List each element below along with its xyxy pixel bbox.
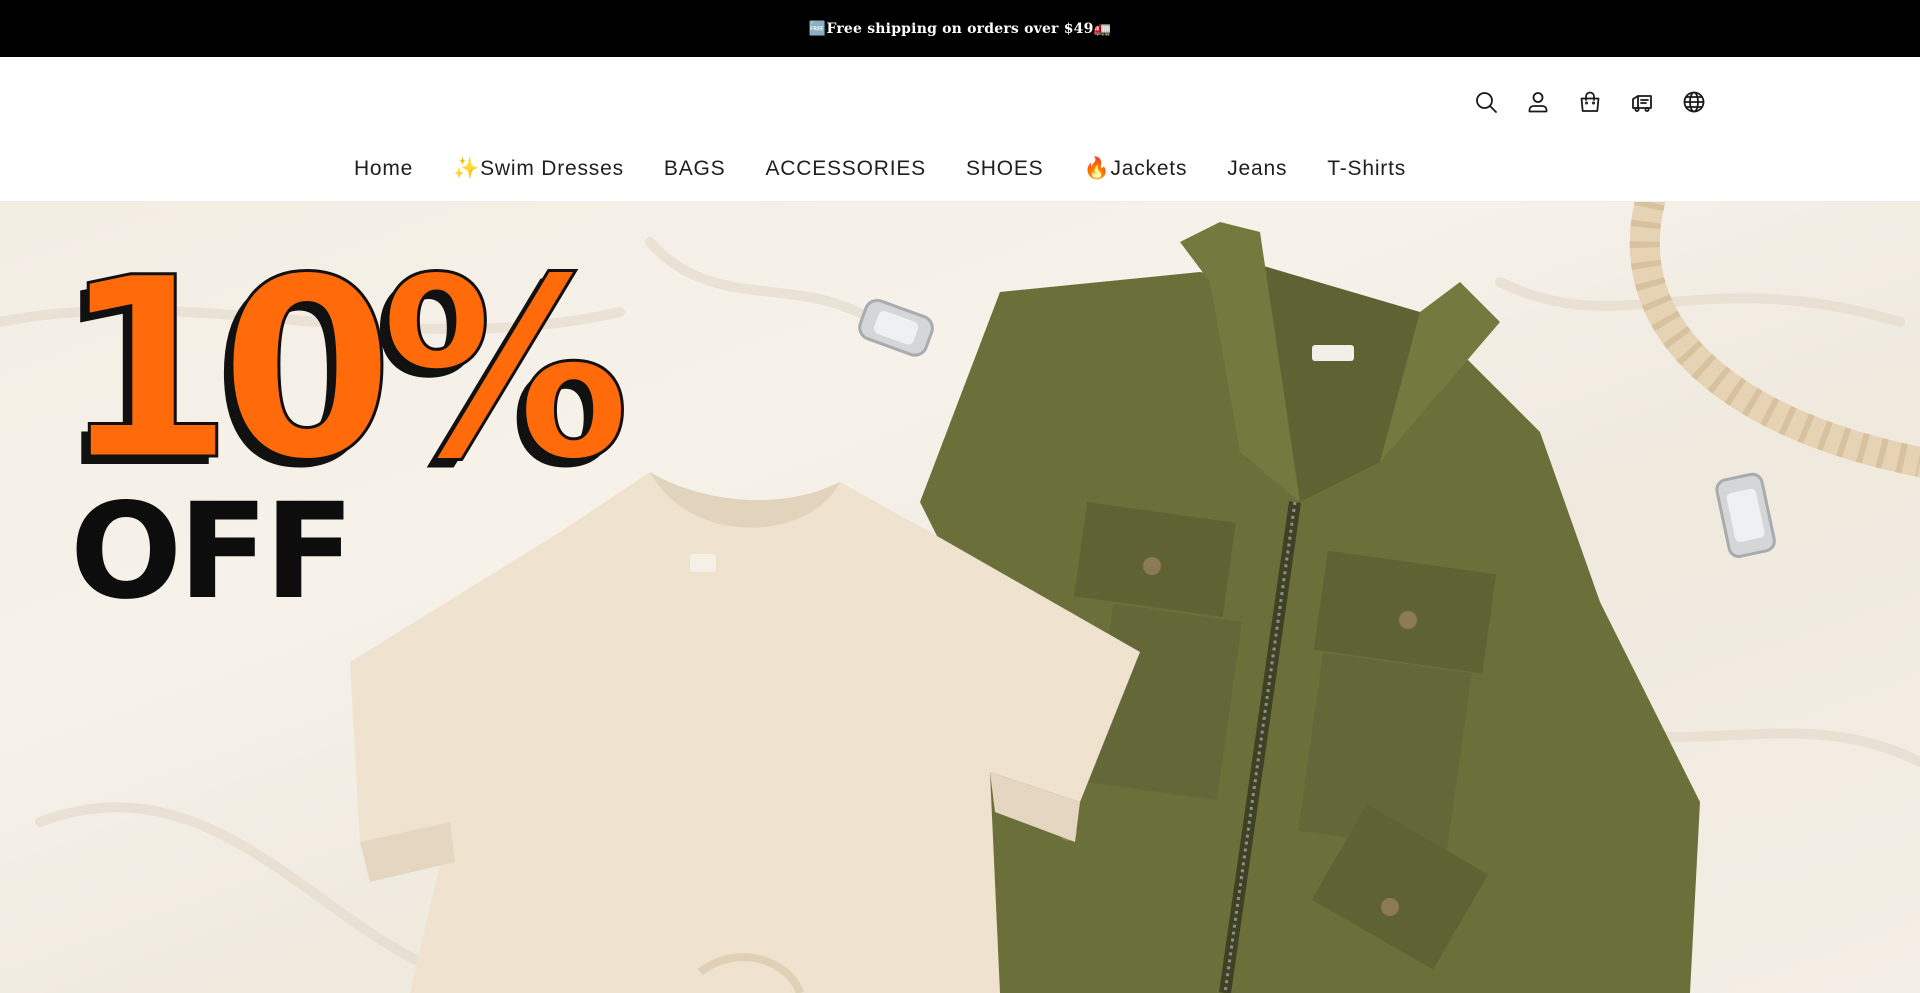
- nav-item-bags[interactable]: BAGS: [644, 157, 746, 181]
- nav-list: Home ✨Swim Dresses BAGS ACCESSORIES SHOE…: [334, 157, 1426, 181]
- language-button[interactable]: [1668, 81, 1720, 123]
- site-header: Home ✨Swim Dresses BAGS ACCESSORIES SHOE…: [0, 57, 1920, 202]
- search-icon: [1476, 92, 1497, 113]
- cart-icon: [1580, 91, 1600, 112]
- account-button[interactable]: [1512, 81, 1564, 123]
- hero-banner[interactable]: 10% OFF: [0, 202, 1920, 993]
- metal-clip-left: [858, 298, 934, 357]
- header-icons: [1460, 81, 1720, 123]
- discount-percent: 10%: [58, 224, 631, 515]
- nav-item-jackets[interactable]: 🔥Jackets: [1064, 157, 1208, 181]
- nav-item-home[interactable]: Home: [334, 157, 433, 181]
- cart-button[interactable]: [1564, 81, 1616, 123]
- account-icon: [1528, 92, 1548, 113]
- nav-item-accessories[interactable]: ACCESSORIES: [745, 157, 946, 181]
- announcement-bar: 🆓Free shipping on orders over $49🚛: [0, 0, 1920, 57]
- order-tracking-button[interactable]: [1616, 81, 1668, 123]
- search-button[interactable]: [1460, 81, 1512, 123]
- order-tracking-icon: [1632, 95, 1652, 112]
- metal-clip-right: [1715, 472, 1776, 558]
- nav-item-jeans[interactable]: Jeans: [1207, 157, 1307, 181]
- nav-item-shoes[interactable]: SHOES: [946, 157, 1064, 181]
- main-nav: Home ✨Swim Dresses BAGS ACCESSORIES SHOE…: [0, 157, 1920, 181]
- promo-headline: 10% OFF: [58, 224, 631, 618]
- language-icon: [1683, 91, 1705, 113]
- announcement-text: 🆓Free shipping on orders over $49🚛: [808, 20, 1112, 37]
- nav-item-t-shirts[interactable]: T-Shirts: [1307, 157, 1426, 181]
- nav-item-swim-dresses[interactable]: ✨Swim Dresses: [433, 157, 644, 181]
